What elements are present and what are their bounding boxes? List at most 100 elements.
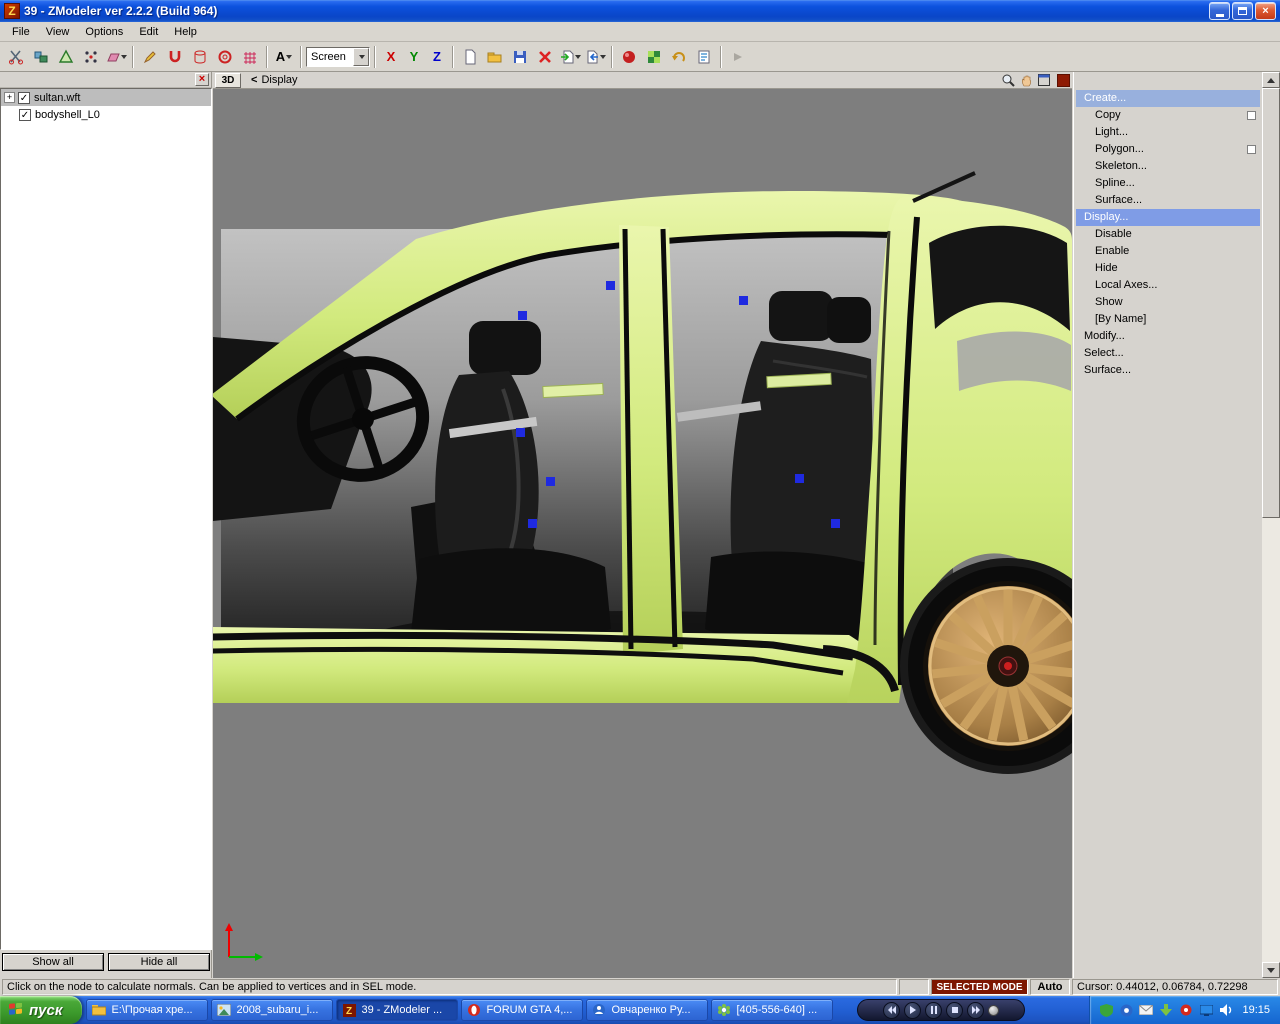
- command-display[interactable]: Display...: [1076, 209, 1260, 226]
- save-file-button[interactable]: [508, 45, 532, 69]
- view-mode-label[interactable]: Display: [261, 74, 297, 86]
- combo-arrow-button[interactable]: [353, 48, 369, 66]
- command-polygon[interactable]: Polygon...: [1076, 141, 1260, 158]
- menu-options[interactable]: Options: [77, 24, 131, 40]
- pencil-tool-button[interactable]: [138, 45, 162, 69]
- zoom-button[interactable]: [1000, 73, 1015, 88]
- player-volume-knob[interactable]: [988, 1005, 999, 1016]
- coordinate-space-value: Screen: [311, 51, 346, 63]
- axis-y-toggle[interactable]: Y: [403, 46, 425, 68]
- command-light[interactable]: Light...: [1076, 124, 1260, 141]
- tray-download-icon[interactable]: [1158, 1002, 1174, 1018]
- command-skeleton[interactable]: Skeleton...: [1076, 158, 1260, 175]
- select-vertices-button[interactable]: [79, 45, 103, 69]
- delete-button[interactable]: [533, 45, 557, 69]
- tray-alert-icon[interactable]: [1178, 1002, 1194, 1018]
- start-button[interactable]: пуск: [0, 996, 82, 1024]
- command-spline[interactable]: Spline...: [1076, 175, 1260, 192]
- create-cylinder-button[interactable]: [188, 45, 212, 69]
- taskbar-item-image[interactable]: 2008_subaru_i...: [211, 999, 333, 1021]
- view-3d-tab[interactable]: 3D: [215, 73, 241, 88]
- create-torus-button[interactable]: [213, 45, 237, 69]
- viewport-3d: 3D < Display: [213, 72, 1072, 978]
- cut-tool-button[interactable]: [4, 45, 28, 69]
- scroll-up-button[interactable]: [1262, 72, 1280, 88]
- maximize-view-button[interactable]: [1036, 73, 1051, 88]
- player-stop-button[interactable]: [946, 1002, 963, 1019]
- auto-indicator[interactable]: Auto: [1030, 979, 1070, 995]
- car-interior[interactable]: [213, 229, 953, 663]
- command-modify[interactable]: Modify...: [1076, 328, 1260, 345]
- tree-checkbox-checked[interactable]: ✓: [18, 92, 30, 104]
- toolbar-separator: [132, 46, 134, 68]
- tray-shield-icon[interactable]: [1098, 1002, 1114, 1018]
- command-hide[interactable]: Hide: [1076, 260, 1260, 277]
- command-option-box[interactable]: [1247, 145, 1256, 154]
- tree-item-sultan[interactable]: + ✓ sultan.wft: [1, 89, 211, 106]
- undo-button[interactable]: [667, 45, 691, 69]
- select-objects-button[interactable]: [29, 45, 53, 69]
- status-spacer: [899, 979, 929, 995]
- view-back-arrow[interactable]: <: [251, 74, 257, 86]
- menu-view[interactable]: View: [38, 24, 78, 40]
- tree-checkbox-checked[interactable]: ✓: [19, 109, 31, 121]
- maximize-button[interactable]: [1232, 2, 1253, 20]
- taskbar-item-chat[interactable]: [405-556-640] ...: [711, 999, 833, 1021]
- command-copy[interactable]: Copy: [1076, 107, 1260, 124]
- material-editor-button[interactable]: [642, 45, 666, 69]
- text-tool-button[interactable]: A: [272, 45, 296, 69]
- menu-edit[interactable]: Edit: [131, 24, 166, 40]
- minimize-button[interactable]: [1209, 2, 1230, 20]
- command-enable[interactable]: Enable: [1076, 243, 1260, 260]
- command-local-axes[interactable]: Local Axes...: [1076, 277, 1260, 294]
- select-polygons-button[interactable]: [54, 45, 78, 69]
- tree-expander-icon[interactable]: +: [4, 92, 15, 103]
- command-option-box[interactable]: [1247, 111, 1256, 120]
- export-button[interactable]: [583, 45, 607, 69]
- tree-close-button[interactable]: ×: [195, 73, 209, 86]
- command-by-name[interactable]: [By Name]: [1076, 311, 1260, 328]
- script-editor-button[interactable]: [692, 45, 716, 69]
- tree-item-bodyshell[interactable]: ✓ bodyshell_L0: [1, 106, 211, 123]
- menu-file[interactable]: File: [4, 24, 38, 40]
- hide-all-button[interactable]: Hide all: [108, 953, 210, 971]
- player-pause-button[interactable]: [925, 1002, 942, 1019]
- axis-x-toggle[interactable]: X: [380, 46, 402, 68]
- scrollbar-thumb[interactable]: [1262, 88, 1280, 518]
- player-prev-button[interactable]: [883, 1002, 900, 1019]
- open-file-button[interactable]: [483, 45, 507, 69]
- command-create[interactable]: Create...: [1076, 90, 1260, 107]
- maximize-icon: [1238, 7, 1247, 15]
- eraser-tool-button[interactable]: [104, 45, 128, 69]
- command-select[interactable]: Select...: [1076, 345, 1260, 362]
- command-disable[interactable]: Disable: [1076, 226, 1260, 243]
- taskbar-item-explorer[interactable]: Е:\Прочая хре...: [86, 999, 208, 1021]
- command-surface[interactable]: Surface...: [1076, 192, 1260, 209]
- command-show[interactable]: Show: [1076, 294, 1260, 311]
- new-file-button[interactable]: [458, 45, 482, 69]
- menu-help[interactable]: Help: [166, 24, 205, 40]
- player-play-button[interactable]: [904, 1002, 921, 1019]
- show-all-button[interactable]: Show all: [2, 953, 104, 971]
- command-surface-2[interactable]: Surface...: [1076, 362, 1260, 379]
- render-button[interactable]: [617, 45, 641, 69]
- create-surface-button[interactable]: [238, 45, 262, 69]
- taskbar-item-zmodeler[interactable]: Z 39 - ZModeler ...: [336, 999, 458, 1021]
- import-button[interactable]: [558, 45, 582, 69]
- scroll-down-button[interactable]: [1262, 962, 1280, 978]
- scene-canvas[interactable]: [213, 89, 1072, 978]
- coordinate-space-select[interactable]: Screen: [306, 47, 370, 67]
- tray-messenger-icon[interactable]: [1118, 1002, 1134, 1018]
- panel-scrollbar[interactable]: [1262, 72, 1280, 978]
- axis-z-toggle[interactable]: Z: [426, 46, 448, 68]
- close-button[interactable]: ×: [1255, 2, 1276, 20]
- tray-mail-icon[interactable]: [1138, 1002, 1154, 1018]
- pan-button[interactable]: [1018, 73, 1033, 88]
- magnet-tool-button[interactable]: [163, 45, 187, 69]
- taskbar-item-browser[interactable]: FORUM GTA 4,...: [461, 999, 583, 1021]
- tray-display-icon[interactable]: [1198, 1002, 1214, 1018]
- taskbar-item-messenger[interactable]: Овчаренко Ру...: [586, 999, 708, 1021]
- player-next-button[interactable]: [967, 1002, 984, 1019]
- tray-volume-icon[interactable]: [1218, 1002, 1234, 1018]
- svg-text:Z: Z: [346, 1006, 352, 1017]
